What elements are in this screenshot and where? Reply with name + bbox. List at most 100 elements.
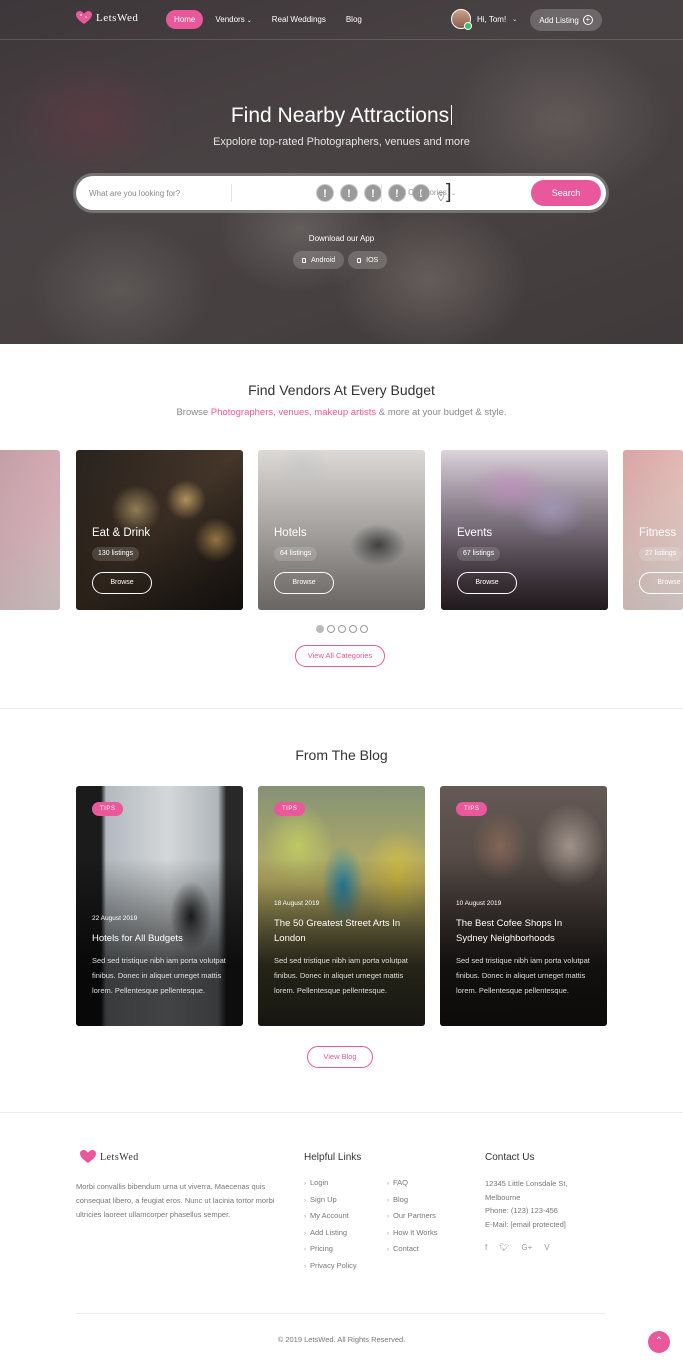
main-menu: Home Vendors ⌄ Real Weddings Blog (166, 10, 370, 29)
category-name: Fitness (639, 527, 677, 539)
carousel-dot[interactable] (349, 625, 357, 633)
footer-link[interactable]: › Sign Up (304, 1195, 337, 1204)
nav-home[interactable]: Home (166, 10, 204, 29)
category-card-fitness[interactable]: Fitness 27 listings Browse (623, 450, 683, 610)
chevron-right-icon: › (387, 1247, 389, 1253)
blog-tag[interactable]: TIPS (456, 802, 488, 816)
email[interactable]: E-Mail: [email protected] (485, 1218, 605, 1232)
footer-link-label: FAQ (393, 1178, 409, 1187)
category-card-eat-drink[interactable]: Eat & Drink 130 listings Browse (76, 450, 243, 610)
blog-excerpt: Sed sed tristique nibh iam porta volutpa… (274, 956, 408, 995)
phone: Phone: (123) 123-456 (485, 1206, 558, 1215)
nav-real-weddings[interactable]: Real Weddings (264, 10, 334, 29)
ios-app-button[interactable]: IOS (348, 251, 388, 269)
browse-button[interactable]: Browse (457, 572, 517, 594)
browse-button[interactable]: Browse (639, 572, 683, 594)
add-listing-button[interactable]: Add Listing + (530, 9, 602, 31)
footer-link-label: Contact (393, 1244, 419, 1253)
footer-link[interactable]: › How It Works (387, 1228, 437, 1237)
search-divider (231, 184, 232, 202)
footer-link[interactable]: › Add Listing (304, 1228, 347, 1237)
twitter-icon[interactable]: 🐦︎ (499, 1243, 509, 1252)
view-all-categories-button[interactable]: View All Categories (295, 645, 385, 667)
browse-button[interactable]: Browse (92, 572, 152, 594)
contact-info: 12345 Little Lonsdale St, Melbourne Phon… (485, 1177, 605, 1231)
card-overlay (0, 450, 60, 610)
chevron-right-icon: › (387, 1214, 389, 1220)
chevron-down-icon: ⌄ (246, 18, 252, 24)
android-app-button[interactable]: Android (293, 251, 345, 269)
warning-icon: ! (340, 184, 358, 202)
facebook-icon[interactable]: f (485, 1243, 487, 1252)
vendors-subtitle-links[interactable]: Photographers, venues, makeup artists (211, 407, 376, 418)
blog-card[interactable]: TIPS 18 August 2019 The 50 Greatest Stre… (258, 786, 425, 1026)
address-line: 12345 Little Lonsdale St, (485, 1179, 568, 1188)
google-plus-icon[interactable]: G+ (521, 1243, 532, 1252)
category-card-hotels[interactable]: Hotels 64 listings Browse (258, 450, 425, 610)
back-to-top-button[interactable]: ⌃ (648, 1331, 670, 1353)
footer-link[interactable]: › FAQ (387, 1178, 408, 1187)
nav-vendors[interactable]: Vendors ⌄ (207, 10, 259, 29)
user-menu[interactable]: Hi, Tom! ⌄ (451, 9, 517, 30)
chevron-right-icon: › (304, 1198, 306, 1204)
footer-link[interactable]: › Privacy Policy (304, 1261, 357, 1270)
heart-logo-icon (76, 11, 92, 25)
blog-date: 22 August 2019 (92, 915, 138, 922)
footer-link-label: Add Listing (310, 1228, 348, 1237)
blog-tag[interactable]: TIPS (92, 802, 124, 816)
footer-brand-name: LetsWed (100, 1151, 139, 1163)
hero-title-text: Find Nearby Attractions (230, 104, 450, 127)
carousel-dot[interactable] (338, 625, 346, 633)
social-links: f 🐦︎ G+ V (485, 1243, 550, 1252)
helpful-links-title: Helpful Links (304, 1152, 362, 1163)
brand-name: LetsWed (96, 12, 139, 24)
category-card-prev[interactable] (0, 450, 60, 610)
browse-button[interactable]: Browse (274, 572, 334, 594)
android-icon (302, 257, 306, 263)
carousel-dot[interactable] (316, 625, 324, 633)
hero-section: LetsWed Home Vendors ⌄ Real Weddings Blog… (0, 0, 683, 344)
footer-link-label: Sign Up (310, 1195, 337, 1204)
plus-circle-icon: + (582, 15, 593, 25)
blog-post-title[interactable]: Hotels for All Budgets (92, 931, 232, 946)
vendors-subtitle-post: & more at your budget & style. (376, 407, 507, 418)
carousel-dot[interactable] (327, 625, 335, 633)
search-button[interactable]: Search (531, 180, 601, 206)
nav-blog-label: Blog (345, 15, 362, 24)
blog-post-title[interactable]: The 50 Greatest Street Arts In London (274, 916, 414, 946)
blog-card[interactable]: TIPS 10 August 2019 The Best Cofee Shops… (440, 786, 607, 1026)
footer-link[interactable]: › Pricing (304, 1244, 333, 1253)
nav-blog[interactable]: Blog (338, 10, 370, 29)
carousel-dot[interactable] (360, 625, 368, 633)
chevron-up-icon: ⌃ (654, 1336, 664, 1347)
footer-link[interactable]: › Our Partners (387, 1211, 436, 1220)
chevron-right-icon: › (304, 1214, 306, 1220)
vimeo-icon[interactable]: V (544, 1243, 549, 1252)
blog-title: From The Blog (295, 747, 388, 763)
footer-logo[interactable]: LetsWed (80, 1150, 139, 1164)
footer-link[interactable]: › My Account (304, 1211, 349, 1220)
chevron-down-icon: ⌄ (450, 191, 456, 197)
blog-tag[interactable]: TIPS (274, 802, 306, 816)
blog-card[interactable]: TIPS 22 August 2019 Hotels for All Budge… (76, 786, 243, 1026)
category-count: 64 listings (274, 547, 318, 561)
category-select[interactable]: All Categories ⌄ (397, 188, 456, 197)
chevron-right-icon: › (387, 1181, 389, 1187)
footer-link-label: Blog (393, 1195, 409, 1204)
category-select-label: All Categories (397, 188, 447, 197)
footer-link[interactable]: › Contact (387, 1244, 419, 1253)
vendors-title: Find Vendors At Every Budget (248, 382, 435, 398)
warning-icon: ! (316, 184, 334, 202)
blog-excerpt: Sed sed tristique nibh iam porta volutpa… (456, 956, 590, 995)
footer-link[interactable]: › Blog (387, 1195, 408, 1204)
blog-date: 18 August 2019 (274, 900, 320, 907)
footer-divider (76, 1313, 606, 1314)
footer-link-label: My Account (310, 1211, 349, 1220)
footer-link-label: How It Works (393, 1228, 438, 1237)
blog-post-title[interactable]: The Best Cofee Shops In Sydney Neighborh… (456, 916, 596, 946)
view-blog-button[interactable]: View Blog (307, 1046, 373, 1068)
search-input[interactable] (76, 176, 231, 210)
brand-logo[interactable]: LetsWed (76, 11, 138, 25)
category-card-events[interactable]: Events 67 listings Browse (441, 450, 608, 610)
footer-link[interactable]: › Login (304, 1178, 328, 1187)
